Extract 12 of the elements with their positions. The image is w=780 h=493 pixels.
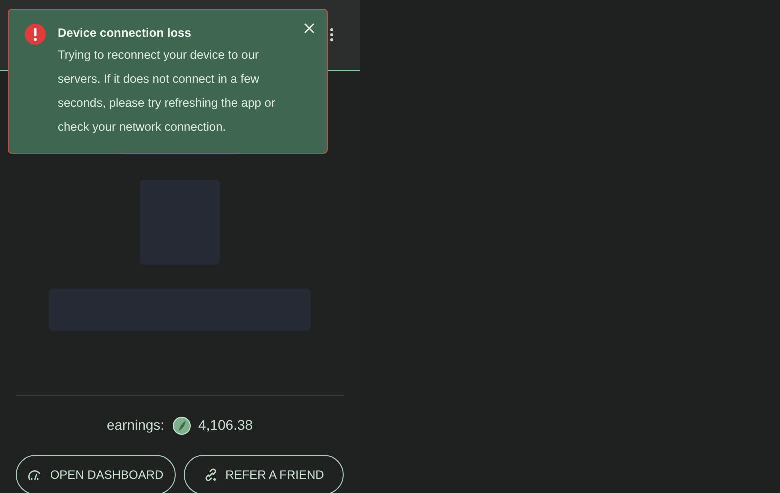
refer-button[interactable]: REFER A FRIEND (184, 455, 344, 493)
error-icon (25, 24, 46, 45)
toast-message: Trying to reconnect your device to our servers. If it does not connect in a few seconds, please try refreshing the app or check your network connection. (58, 47, 276, 136)
earnings-value: 4,106.38 (198, 416, 254, 435)
close-icon (304, 22, 314, 34)
coin-icon (172, 416, 191, 434)
more-icon[interactable] (330, 28, 334, 42)
earnings-label: earnings: (106, 416, 165, 435)
link-icon (204, 468, 218, 482)
toast-title: Device connection loss (58, 25, 192, 42)
gauge-icon (28, 468, 42, 482)
dashboard-button[interactable]: OPEN DASHBOARD (16, 455, 176, 493)
